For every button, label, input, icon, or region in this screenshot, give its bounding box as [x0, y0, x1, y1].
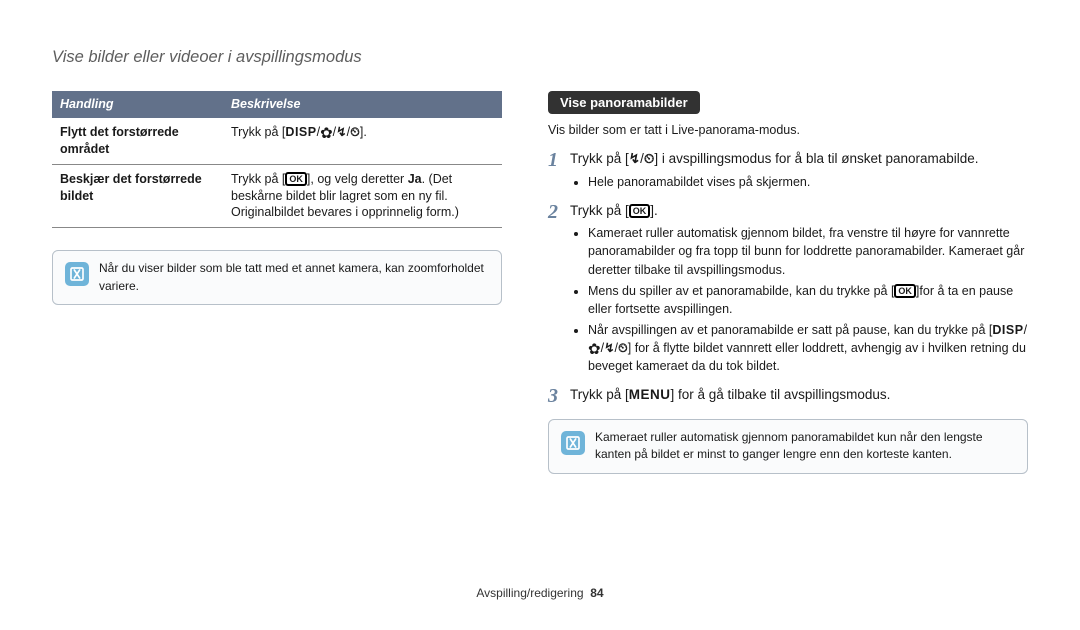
step-item: Trykk på [OK]. Kameraet ruller automatis…	[548, 201, 1028, 376]
page-number: 84	[590, 586, 603, 600]
ok-icon: OK	[629, 204, 651, 218]
desc-cell: Trykk på [DISP/✿/↯/⏲].	[223, 118, 502, 164]
disp-icon: DISP	[285, 125, 316, 139]
note-text: Når du viser bilder som ble tatt med et …	[99, 260, 489, 295]
menu-icon: MENU	[629, 387, 671, 402]
flash-icon: ↯	[336, 125, 346, 139]
note-icon	[561, 431, 585, 455]
note-box: Når du viser bilder som ble tatt med et …	[52, 250, 502, 305]
desc-cell: Trykk på [OK], og velg deretter Ja. (Det…	[223, 164, 502, 228]
sub-item: Kameraet ruller automatisk gjennom bilde…	[588, 224, 1028, 278]
footer-section: Avspilling/redigering	[476, 586, 583, 600]
flash-icon: ↯	[629, 151, 640, 166]
note-text: Kameraet ruller automatisk gjennom panor…	[595, 429, 1015, 464]
step-item: Trykk på [MENU] for å gå tilbake til avs…	[548, 385, 1028, 405]
macro-icon: ✿	[588, 341, 601, 358]
timer-icon: ⏲	[350, 125, 360, 139]
sub-item: Når avspillingen av et panoramabilde er …	[588, 321, 1028, 375]
section-heading: Vise panoramabilder	[548, 91, 700, 114]
section-intro: Vis bilder som er tatt i Live-panorama-m…	[548, 123, 1028, 137]
table-header-desc: Beskrivelse	[223, 91, 502, 118]
page-title: Vise bilder eller videoer i avspillingsm…	[52, 48, 1028, 67]
action-cell: Flytt det forstørrede området	[52, 118, 223, 164]
timer-icon: ⏲	[644, 151, 655, 166]
action-cell: Beskjær det forstørrede bildet	[52, 164, 223, 228]
timer-icon: ⏲	[618, 341, 628, 355]
page-footer: Avspilling/redigering 84	[52, 586, 1028, 600]
table-row: Beskjær det forstørrede bildet Trykk på …	[52, 164, 502, 228]
macro-icon: ✿	[320, 125, 333, 142]
flash-icon: ↯	[604, 341, 614, 355]
note-box: Kameraet ruller automatisk gjennom panor…	[548, 419, 1028, 474]
table-header-action: Handling	[52, 91, 223, 118]
sub-item: Mens du spiller av et panoramabilde, kan…	[588, 282, 1028, 318]
step-item: Trykk på [↯/⏲] i avspillingsmodus for å …	[548, 149, 1028, 191]
table-row: Flytt det forstørrede området Trykk på […	[52, 118, 502, 164]
action-table: Handling Beskrivelse Flytt det forstørre…	[52, 91, 502, 228]
ok-icon: OK	[894, 284, 916, 298]
disp-icon: DISP	[992, 323, 1023, 337]
note-icon	[65, 262, 89, 286]
sub-item: Hele panoramabildet vises på skjermen.	[588, 173, 1028, 191]
ok-icon: OK	[285, 172, 307, 186]
